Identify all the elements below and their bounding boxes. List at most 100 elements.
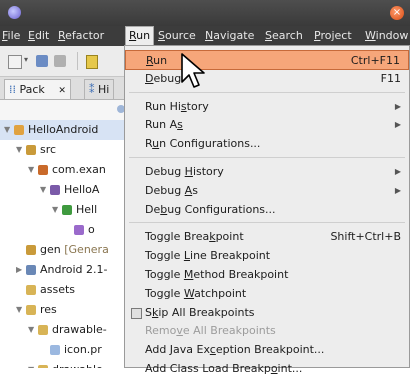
menu-item-skip-all-breakpoints[interactable]: Skip All Breakpoints	[125, 303, 409, 323]
tree-item-label: gen [Genera	[40, 243, 109, 256]
menu-item-add-java-exception-breakpoint[interactable]: Add Java Exception Breakpoint...	[125, 340, 409, 360]
eclipse-logo-icon	[8, 6, 21, 19]
chevron-down-icon[interactable]: ▾	[24, 55, 30, 67]
menu-search[interactable]: Search	[265, 29, 303, 42]
menu-item-toggle-watchpoint[interactable]: Toggle Watchpoint	[125, 284, 409, 304]
tree-item-label: HelloAndroid	[28, 123, 99, 136]
menu-item-debug-as[interactable]: Debug As ▶	[125, 181, 409, 201]
tree-item[interactable]: ▼ Hell	[0, 200, 128, 220]
print-icon[interactable]	[54, 55, 66, 67]
menu-item-toggle-method-breakpoint[interactable]: Toggle Method Breakpoint	[125, 265, 409, 285]
menu-project[interactable]: Project	[314, 29, 352, 42]
tree-item[interactable]: ▼ drawable-	[0, 360, 128, 368]
tree-item[interactable]: ▼ HelloA	[0, 180, 128, 200]
tree-item-label: assets	[40, 283, 76, 296]
close-icon[interactable]: ✕	[58, 86, 66, 96]
menu-refactor[interactable]: Refactor	[58, 29, 104, 42]
menu-bar: File Edit Refactor Run Source Navigate Search P…	[0, 26, 410, 46]
tree-item[interactable]: icon.pr	[0, 340, 128, 360]
tree-item-label: o	[88, 223, 95, 236]
menu-item-run-history[interactable]: Run History ▶	[125, 97, 409, 117]
menu-item-label: Toggle Breakpoint	[145, 230, 244, 244]
menu-item-label: Toggle Line Breakpoint	[145, 249, 271, 263]
menu-item-toggle-line-breakpoint[interactable]: Toggle Line Breakpoint	[125, 246, 409, 266]
menu-separator	[129, 91, 405, 93]
menu-item-debug-configurations[interactable]: Debug Configurations...	[125, 200, 409, 220]
menu-item-debug[interactable]: Debug F11	[125, 69, 409, 89]
build-icon[interactable]	[86, 55, 98, 69]
tree-item-label: drawable-	[52, 323, 107, 336]
submenu-arrow-icon: ▶	[394, 167, 401, 176]
submenu-arrow-icon: ▶	[394, 101, 401, 111]
menu-item-run-configurations[interactable]: Run Configurations...	[125, 134, 409, 154]
tree-item[interactable]: o	[0, 220, 128, 240]
expanded-twisty-icon[interactable]: ▼	[28, 160, 34, 180]
expanded-twisty-icon[interactable]: ▼	[28, 360, 34, 368]
save-icon[interactable]	[36, 55, 48, 67]
submenu-arrow-icon: ▶	[394, 120, 401, 130]
menu-run[interactable]: Run	[125, 26, 155, 46]
tab-hierarchy-label: Hi	[98, 83, 110, 96]
folder-icon	[26, 285, 36, 295]
tree-item[interactable]: assets	[0, 280, 128, 300]
tree-item[interactable]: ▼ src	[0, 140, 128, 160]
view-toolbar	[0, 100, 128, 120]
menu-item-shortcut: Shift+Ctrl+B	[330, 230, 401, 244]
menu-item-label: Debug As	[145, 183, 198, 197]
hierarchy-icon: ⁑	[89, 83, 95, 96]
expanded-twisty-icon[interactable]: ▼	[52, 200, 58, 220]
expanded-twisty-icon[interactable]: ▼	[4, 120, 10, 140]
menu-item-shortcut: F11	[380, 71, 401, 85]
menu-item-remove-all-breakpoints: Remove All Breakpoints	[125, 321, 409, 341]
window-titlebar: ×	[0, 0, 410, 26]
menu-item-label: Add Java Exception Breakpoint...	[145, 343, 325, 357]
package-explorer-tree: ▼ HelloAndroid ▼ src ▼ com.exan ▼ HelloA ▼ Hell o g…	[0, 120, 128, 368]
menu-item-label: Debug History	[145, 165, 224, 178]
expanded-twisty-icon[interactable]: ▼	[40, 180, 46, 200]
expanded-twisty-icon[interactable]: ▼	[16, 140, 22, 160]
tree-item[interactable]: ▼ drawable-	[0, 320, 128, 340]
tab-package-label: Pack	[19, 83, 45, 96]
project-icon	[14, 125, 24, 135]
menu-item-label: Toggle Method Breakpoint	[145, 268, 289, 281]
tree-item-label: Android 2.1-	[40, 263, 108, 276]
tree-item-label: icon.pr	[64, 343, 102, 356]
close-window-icon[interactable]: ×	[390, 6, 404, 20]
menu-item-label: Run As	[145, 118, 183, 132]
tab-hierarchy[interactable]: ⁑ Hi	[84, 79, 115, 99]
expanded-twisty-icon[interactable]: ▼	[16, 300, 22, 320]
menu-item-label: Run Configurations...	[145, 137, 261, 151]
tree-item[interactable]: ▶ Android 2.1-	[0, 260, 128, 280]
menu-window[interactable]: Window	[365, 29, 408, 42]
toolbar-separator	[77, 52, 78, 70]
submenu-arrow-icon: ▶	[394, 185, 401, 195]
menu-item-toggle-breakpoint[interactable]: Toggle Breakpoint Shift+Ctrl+B	[125, 227, 409, 247]
tree-item-label: drawable-	[52, 360, 107, 368]
menu-source[interactable]: Source	[158, 29, 196, 42]
menu-edit[interactable]: Edit	[28, 29, 49, 42]
checkbox-icon[interactable]	[131, 307, 142, 319]
expanded-twisty-icon[interactable]: ▼	[28, 320, 34, 340]
menu-item-run-as[interactable]: Run As ▶	[125, 115, 409, 135]
tree-item-label: HelloA	[64, 183, 100, 196]
tree-item-decoration: [Genera	[60, 243, 109, 256]
tree-item-label: com.exan	[52, 163, 106, 176]
tree-item[interactable]: ▼ com.exan	[0, 160, 128, 180]
tree-item-label: Hell	[76, 203, 98, 216]
menu-item-run[interactable]: Run Ctrl+F11	[125, 50, 409, 70]
file-icon	[50, 345, 60, 355]
view-tabs: ⁞⁞ Pack ✕ ⁑ Hi	[0, 77, 128, 100]
new-icon[interactable]	[8, 55, 22, 69]
menu-item-label: Add Class Load Breakpoint...	[145, 362, 303, 375]
menu-item-add-class-load-breakpoint[interactable]: Add Class Load Breakpoint...	[125, 359, 409, 379]
menu-navigate[interactable]: Navigate	[205, 29, 254, 42]
menu-item-label: Debug	[145, 71, 182, 85]
menu-file[interactable]: File	[2, 29, 20, 42]
tree-item[interactable]: gen [Genera	[0, 240, 128, 260]
tree-item[interactable]: ▼ HelloAndroid	[0, 120, 128, 140]
collapsed-twisty-icon[interactable]: ▶	[16, 260, 22, 280]
tab-package-explorer[interactable]: ⁞⁞ Pack ✕	[4, 79, 71, 99]
tree-item[interactable]: ▼ res	[0, 300, 128, 320]
menu-item-debug-history[interactable]: Debug History ▶	[125, 162, 409, 182]
class-icon	[62, 205, 72, 215]
